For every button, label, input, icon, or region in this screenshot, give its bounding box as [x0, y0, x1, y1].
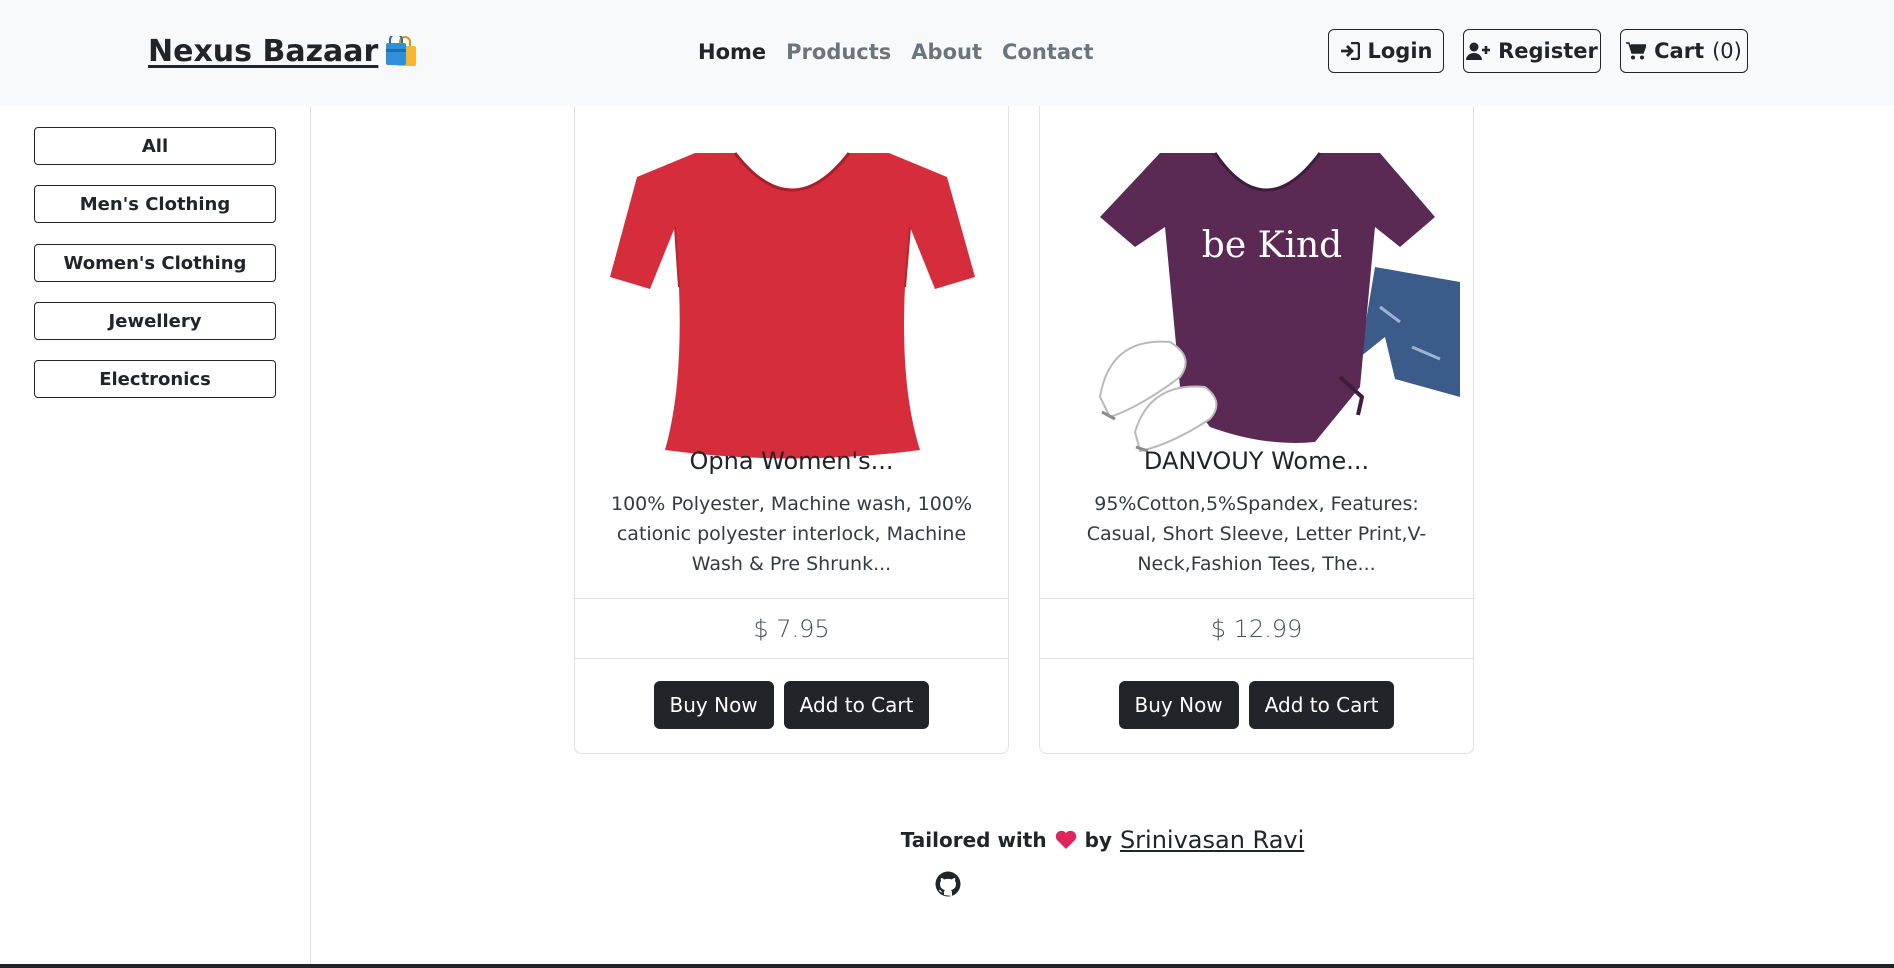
nav-link-products[interactable]: Products	[786, 40, 891, 64]
buy-now-button[interactable]: Buy Now	[653, 681, 774, 729]
login-label: Login	[1367, 39, 1433, 63]
cart-button[interactable]: Cart (0)	[1620, 29, 1748, 73]
product-title: DANVOUY Wome...	[1143, 447, 1370, 475]
product-actions: Buy Now Add to Cart	[1040, 681, 1473, 729]
register-label: Register	[1498, 39, 1598, 63]
category-button-jewellery[interactable]: Jewellery	[34, 302, 276, 340]
navbar: Nexus Bazaar Home Products About Contact…	[0, 0, 1894, 106]
category-button-all[interactable]: All	[34, 127, 276, 165]
product-title: Opna Women's...	[689, 447, 894, 475]
cart-count: (0)	[1712, 39, 1742, 63]
product-description: 95%Cotton,5%Spandex, Features: Casual, S…	[1086, 493, 1427, 575]
product-price: $ 7.95	[575, 598, 1008, 659]
user-plus-icon	[1466, 42, 1491, 60]
github-icon[interactable]	[935, 871, 961, 897]
add-to-cart-button[interactable]: Add to Cart	[1248, 681, 1395, 729]
brand-name: Nexus Bazaar	[148, 34, 379, 69]
product-price: $ 12.99	[1040, 598, 1473, 659]
product-description: 100% Polyester, Machine wash, 100% catio…	[611, 493, 972, 575]
category-button-womens-clothing[interactable]: Women's Clothing	[34, 244, 276, 282]
product-actions: Buy Now Add to Cart	[575, 681, 1008, 729]
category-button-mens-clothing[interactable]: Men's Clothing	[34, 185, 276, 223]
add-to-cart-button[interactable]: Add to Cart	[783, 681, 930, 729]
sign-in-icon	[1340, 42, 1360, 60]
buy-now-button[interactable]: Buy Now	[1118, 681, 1239, 729]
footer: Tailored with by Srinivasan Ravi	[311, 826, 1894, 854]
category-sidebar: All Men's Clothing Women's Clothing Jewe…	[0, 106, 311, 968]
author-link[interactable]: Srinivasan Ravi	[1120, 826, 1304, 854]
footer-by: by	[1084, 828, 1112, 852]
cart-icon	[1626, 42, 1647, 60]
footer-prefix: Tailored with	[900, 828, 1047, 852]
nav-link-home[interactable]: Home	[698, 40, 766, 64]
main-nav: Home Products About Contact	[698, 40, 1094, 64]
cart-label: Cart	[1654, 39, 1705, 63]
login-button[interactable]: Login	[1328, 29, 1444, 73]
nav-link-about[interactable]: About	[911, 40, 982, 64]
product-card: Opna Women's... 100% Polyester, Machine …	[574, 60, 1009, 754]
heart-icon	[1055, 830, 1076, 849]
nav-link-contact[interactable]: Contact	[1002, 40, 1094, 64]
product-card: be Kind DANVOUY Wome... 95%Cotton,5%Span…	[1039, 60, 1474, 754]
shopping-bags-icon	[386, 35, 417, 66]
category-button-electronics[interactable]: Electronics	[34, 360, 276, 398]
shirt-print-text: be Kind	[1202, 225, 1342, 266]
product-image: be Kind	[1040, 107, 1473, 467]
brand-link[interactable]: Nexus Bazaar	[148, 34, 418, 69]
bottom-border	[0, 964, 1894, 968]
register-button[interactable]: Register	[1463, 29, 1601, 73]
product-image	[575, 107, 1008, 467]
